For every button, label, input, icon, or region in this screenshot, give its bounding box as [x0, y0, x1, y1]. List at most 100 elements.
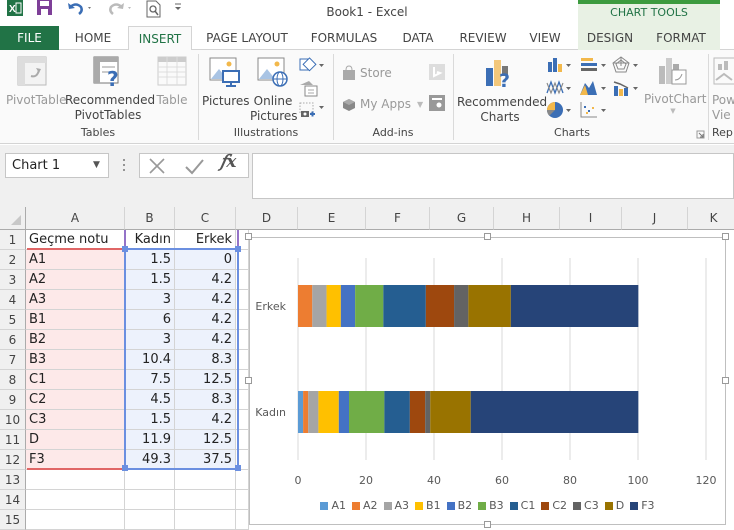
- bar-segment-erkek-c3[interactable]: [454, 285, 469, 327]
- range-handle[interactable]: [122, 465, 128, 471]
- row-header-5[interactable]: 5: [0, 310, 26, 330]
- column-header-e[interactable]: E: [298, 207, 366, 230]
- smartart-button[interactable]: [299, 80, 319, 98]
- cell-b13[interactable]: [125, 470, 175, 490]
- bar-segment-erkek-f3[interactable]: [510, 285, 639, 327]
- tab-insert[interactable]: INSERT: [128, 26, 192, 51]
- insert-function-icon[interactable]: 𝑓x: [220, 152, 242, 176]
- cell-a7[interactable]: B3: [26, 350, 125, 370]
- cell-a4[interactable]: A3: [26, 290, 125, 310]
- bar-segment-erkek-b1[interactable]: [326, 285, 341, 327]
- legend-item-b2[interactable]: B2: [446, 499, 472, 512]
- resize-handle-top-left[interactable]: [245, 233, 252, 240]
- select-all-button[interactable]: [0, 207, 26, 230]
- bar-segment-kadın-b3[interactable]: [349, 391, 385, 433]
- row-header-2[interactable]: 2: [0, 250, 26, 270]
- column-header-d[interactable]: D: [236, 207, 298, 230]
- row-header-3[interactable]: 3: [0, 270, 26, 290]
- legend-item-c1[interactable]: C1: [509, 499, 535, 512]
- row-header-14[interactable]: 14: [0, 490, 26, 510]
- resize-handle-left[interactable]: [245, 377, 252, 384]
- bar-segment-kadın-c3[interactable]: [425, 391, 431, 433]
- bar-segment-kadın-a2[interactable]: [303, 391, 309, 433]
- name-box-dropdown-icon[interactable]: ▼: [93, 160, 100, 170]
- cell-c14[interactable]: [175, 490, 236, 510]
- chart-legend[interactable]: A1 A2 A3 B1 B2 B3 C1 C2 C3 D F3: [249, 499, 726, 512]
- column-header-j[interactable]: J: [622, 207, 688, 230]
- cell-a9[interactable]: C2: [26, 390, 125, 410]
- cancel-icon[interactable]: [148, 157, 166, 175]
- cell-a12[interactable]: F3: [26, 450, 125, 470]
- legend-item-a1[interactable]: A1: [320, 499, 346, 512]
- cell-a15[interactable]: [26, 510, 125, 530]
- store-button[interactable]: Store: [341, 63, 421, 83]
- people-graph-button[interactable]: [429, 95, 445, 111]
- line-chart-button[interactable]: [546, 79, 576, 97]
- cell-c15[interactable]: [175, 510, 236, 530]
- resize-handle-top-right[interactable]: [722, 233, 729, 240]
- bar-segment-kadın-b2[interactable]: [338, 391, 349, 433]
- shapes-button[interactable]: [299, 56, 325, 74]
- combo-chart-button[interactable]: [612, 79, 642, 97]
- cell-a3[interactable]: A2: [26, 270, 125, 290]
- scatter-chart-button[interactable]: [579, 101, 609, 119]
- tab-file[interactable]: FILE: [0, 26, 59, 50]
- cell-a10[interactable]: C3: [26, 410, 125, 430]
- enter-check-icon[interactable]: [184, 157, 204, 175]
- tab-data[interactable]: DATA: [390, 26, 446, 50]
- range-handle[interactable]: [235, 465, 241, 471]
- bar-segment-kadın-c2[interactable]: [409, 391, 426, 433]
- legend-item-a3[interactable]: A3: [383, 499, 409, 512]
- column-chart-button[interactable]: [546, 56, 576, 74]
- recommended-pivottables-button[interactable]: ? Recommended PivotTables: [65, 56, 155, 123]
- bar-segment-kadın-a3[interactable]: [308, 391, 319, 433]
- range-handle[interactable]: [235, 246, 241, 252]
- bar-segment-kadın-c1[interactable]: [384, 391, 410, 433]
- tab-review[interactable]: REVIEW: [452, 26, 514, 50]
- column-header-b[interactable]: B: [125, 207, 175, 230]
- cell-a13[interactable]: [26, 470, 125, 490]
- tab-formulas[interactable]: FORMULAS: [302, 26, 386, 50]
- column-header-a[interactable]: A: [26, 207, 125, 230]
- legend-item-a2[interactable]: A2: [351, 499, 378, 512]
- tab-home[interactable]: HOME: [62, 26, 124, 50]
- resize-handle-right[interactable]: [722, 377, 729, 384]
- online-pictures-button[interactable]: Online Pictures: [250, 56, 298, 124]
- legend-item-f3[interactable]: F3: [630, 499, 655, 512]
- row-header-9[interactable]: 9: [0, 390, 26, 410]
- bar-segment-erkek-c1[interactable]: [383, 285, 426, 327]
- bar-segment-erkek-b2[interactable]: [340, 285, 356, 327]
- area-chart-button[interactable]: [579, 79, 609, 97]
- bar-segment-kadın-f3[interactable]: [470, 391, 639, 433]
- bar-chart-button[interactable]: [579, 56, 609, 74]
- row-header-12[interactable]: 12: [0, 450, 26, 470]
- bar-segment-erkek-a3[interactable]: [312, 285, 327, 327]
- bar-segment-erkek-b3[interactable]: [355, 285, 384, 327]
- cell-a8[interactable]: C1: [26, 370, 125, 390]
- row-header-6[interactable]: 6: [0, 330, 26, 350]
- resize-handle-top[interactable]: [484, 233, 491, 240]
- bar-segment-erkek-d[interactable]: [468, 285, 511, 327]
- cell-d14[interactable]: [236, 490, 249, 510]
- row-header-15[interactable]: 15: [0, 510, 26, 530]
- bar-segment-kadın-d[interactable]: [430, 391, 471, 433]
- recommended-charts-button[interactable]: ? Recommended Charts: [457, 56, 547, 125]
- cell-a5[interactable]: B1: [26, 310, 125, 330]
- cell-b14[interactable]: [125, 490, 175, 510]
- legend-item-d[interactable]: D: [604, 499, 624, 512]
- charts-dialog-launcher[interactable]: [696, 128, 705, 139]
- legend-item-c3[interactable]: C3: [573, 499, 599, 512]
- bar-segment-erkek-c2[interactable]: [425, 285, 455, 327]
- column-header-i[interactable]: I: [560, 207, 622, 230]
- pivottable-button[interactable]: PivotTable: [6, 56, 67, 108]
- radar-chart-button[interactable]: [612, 56, 642, 74]
- row-header-13[interactable]: 13: [0, 470, 26, 490]
- row-header-1[interactable]: 1: [0, 230, 26, 250]
- column-header-c[interactable]: C: [175, 207, 236, 230]
- bing-maps-button[interactable]: [429, 64, 445, 80]
- formula-input[interactable]: [252, 153, 734, 199]
- cell-a11[interactable]: D: [26, 430, 125, 450]
- tab-view[interactable]: VIEW: [520, 26, 570, 50]
- row-header-4[interactable]: 4: [0, 290, 26, 310]
- cell-a14[interactable]: [26, 490, 125, 510]
